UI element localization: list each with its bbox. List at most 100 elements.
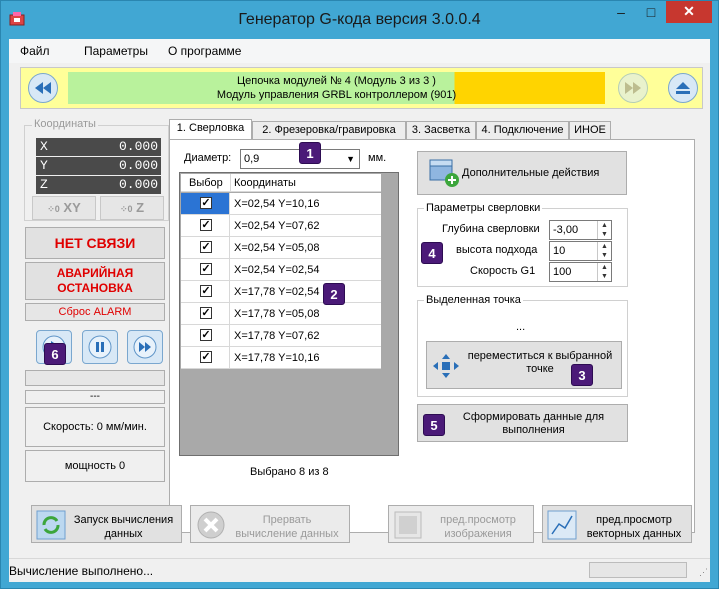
coordinates-group: Координаты X 0.000 Y 0.000 Z 0.000 ⁘0 XY… bbox=[24, 118, 169, 221]
main-window: Генератор G-кода версия 3.0.0.4 – □ ✕ Фа… bbox=[0, 0, 719, 589]
checkbox[interactable]: ✓ bbox=[200, 351, 212, 363]
tab-drilling[interactable]: 1. Сверловка bbox=[169, 119, 252, 140]
pause-button[interactable] bbox=[82, 330, 118, 364]
coordinates-label: Координаты bbox=[32, 118, 98, 130]
row-selector[interactable]: ✓ bbox=[181, 215, 230, 236]
table-row[interactable]: ✓ X=17,78 Y=02,54 bbox=[181, 281, 381, 303]
checkbox[interactable]: ✓ bbox=[200, 329, 212, 341]
row-selector[interactable]: ✓ bbox=[181, 303, 230, 324]
approach-spinner[interactable]: ▲ ▼ bbox=[597, 242, 611, 260]
drill-params-label: Параметры сверловки bbox=[424, 202, 543, 214]
chain-line-1: Цепочка модулей № 4 (Модуль 3 из 3 ) bbox=[237, 75, 436, 87]
generate-data-button[interactable]: Сформировать данные для выполнения bbox=[417, 404, 628, 442]
table-row[interactable]: ✓ X=17,78 Y=07,62 bbox=[181, 325, 381, 347]
tab-exposure[interactable]: 3. Засветка bbox=[406, 121, 476, 140]
coord-y-axis: Y bbox=[40, 158, 48, 173]
menu-about[interactable]: О программе bbox=[168, 44, 241, 58]
checkbox[interactable]: ✓ bbox=[200, 197, 212, 209]
row-coords: X=02,54 Y=10,16 bbox=[234, 198, 320, 210]
row-selector[interactable]: ✓ bbox=[181, 347, 230, 368]
fast-forward-button[interactable] bbox=[127, 330, 163, 364]
box-add-icon bbox=[428, 158, 460, 206]
abort-calc-button[interactable]: Прервать вычисление данных bbox=[190, 505, 350, 543]
power-display: мощность 0 bbox=[25, 450, 165, 482]
coord-z-axis: Z bbox=[40, 177, 48, 192]
extra-actions-button[interactable]: Дополнительные действия bbox=[417, 151, 627, 195]
row-coords: X=02,54 Y=05,08 bbox=[234, 242, 320, 254]
start-calc-button[interactable]: Запуск вычисления данных bbox=[31, 505, 182, 543]
zero-xy-button[interactable]: ⁘0 XY bbox=[32, 196, 96, 220]
checkbox[interactable]: ✓ bbox=[200, 219, 212, 231]
vector-icon bbox=[547, 510, 577, 544]
resize-grip-icon[interactable]: ⋰ bbox=[699, 567, 708, 578]
zero-xy-label: XY bbox=[63, 200, 81, 215]
badge-6: 6 bbox=[44, 343, 66, 365]
double-arrow-icon bbox=[133, 335, 157, 359]
minimize-button[interactable]: – bbox=[606, 1, 636, 23]
checkbox[interactable]: ✓ bbox=[200, 307, 212, 319]
speed-spinner[interactable]: ▲ ▼ bbox=[597, 263, 611, 281]
row-coords: X=02,54 Y=02,54 bbox=[234, 264, 320, 276]
extra-actions-label: Дополнительные действия bbox=[462, 167, 600, 179]
table-row[interactable]: ✓ X=17,78 Y=10,16 bbox=[181, 347, 381, 369]
points-table: Выбор Координаты ✓ X=02,54 Y=10,16 ✓ X=02,… bbox=[179, 172, 399, 456]
drill-params-group: Параметры сверловки Глубина сверловки -3… bbox=[417, 202, 628, 287]
module-chain-indicator: Цепочка модулей № 4 (Модуль 3 из 3 ) Мод… bbox=[68, 72, 605, 104]
preview-vector-button[interactable]: пред.просмотр векторных данных bbox=[542, 505, 692, 543]
diameter-label: Диаметр: bbox=[184, 152, 232, 164]
checkbox[interactable]: ✓ bbox=[200, 263, 212, 275]
tab-other[interactable]: ИНОЕ bbox=[569, 121, 611, 140]
connection-status: НЕТ СВЯЗИ bbox=[25, 227, 165, 259]
prev-module-button[interactable] bbox=[28, 73, 58, 103]
header-divider bbox=[230, 174, 231, 192]
drilling-tab-page: Диаметр: 0,9 ▼ мм. 1 Выбор Координаты ✓ X… bbox=[169, 139, 695, 533]
module-chain-bar: Цепочка модулей № 4 (Модуль 3 из 3 ) Мод… bbox=[20, 67, 703, 109]
badge-4: 4 bbox=[421, 242, 443, 264]
pause-icon bbox=[88, 335, 112, 359]
eject-button[interactable] bbox=[668, 73, 698, 103]
zero-xy-icon: ⁘0 bbox=[47, 204, 60, 214]
start-calc-label: Запуск вычисления данных bbox=[73, 514, 174, 540]
progress-bar bbox=[25, 370, 165, 386]
menu-parameters[interactable]: Параметры bbox=[84, 44, 148, 58]
next-module-button[interactable] bbox=[618, 73, 648, 103]
selected-point-value: ... bbox=[516, 321, 526, 333]
preview-image-button[interactable]: пред.просмотр изображения bbox=[388, 505, 534, 543]
menu-file[interactable]: Файл bbox=[20, 44, 50, 58]
chevron-down-icon: ▼ bbox=[346, 154, 355, 164]
depth-spinner[interactable]: ▲ ▼ bbox=[597, 221, 611, 239]
table-header: Выбор Координаты bbox=[181, 174, 381, 192]
status-bar: Вычисление выполнено... ⋰ bbox=[9, 558, 710, 582]
abort-calc-label: Прервать вычисление данных bbox=[235, 514, 339, 540]
emergency-stop-button[interactable]: АВАРИЙНАЯ ОСТАНОВКА bbox=[25, 262, 165, 300]
row-selector[interactable]: ✓ bbox=[181, 259, 230, 280]
status-line: --- bbox=[25, 390, 165, 404]
row-coords: X=02,54 Y=07,62 bbox=[234, 220, 320, 232]
selected-point-group: Выделенная точка ... переместиться к выб… bbox=[417, 294, 628, 397]
row-selector[interactable]: ✓ bbox=[181, 281, 230, 302]
table-row[interactable]: ✓ X=02,54 Y=10,16 bbox=[181, 193, 381, 215]
depth-input[interactable]: -3,00 ▲ ▼ bbox=[549, 220, 612, 240]
badge-1: 1 bbox=[299, 142, 321, 164]
row-selector[interactable]: ✓ bbox=[181, 193, 230, 214]
zero-z-button[interactable]: ⁘0 Z bbox=[100, 196, 164, 220]
tab-connection[interactable]: 4. Подключение bbox=[476, 121, 569, 140]
row-selector[interactable]: ✓ bbox=[181, 325, 230, 346]
table-row[interactable]: ✓ X=02,54 Y=02,54 bbox=[181, 259, 381, 281]
tab-milling[interactable]: 2. Фрезеровка/гравировка bbox=[252, 121, 406, 140]
table-row[interactable]: ✓ X=02,54 Y=05,08 bbox=[181, 237, 381, 259]
coord-x-value: 0.000 bbox=[118, 139, 158, 154]
table-row[interactable]: ✓ X=02,54 Y=07,62 bbox=[181, 215, 381, 237]
selected-summary: Выбрано 8 из 8 bbox=[250, 466, 329, 478]
speed-input[interactable]: 100 ▲ ▼ bbox=[549, 262, 612, 282]
generate-data-label: Сформировать данные для выполнения bbox=[462, 411, 605, 436]
approach-input[interactable]: 10 ▲ ▼ bbox=[549, 241, 612, 261]
checkbox[interactable]: ✓ bbox=[200, 285, 212, 297]
maximize-button[interactable]: □ bbox=[636, 1, 666, 23]
checkbox[interactable]: ✓ bbox=[200, 241, 212, 253]
close-button[interactable]: ✕ bbox=[666, 1, 712, 23]
reset-alarm-button[interactable]: Сброс ALARM bbox=[25, 303, 165, 321]
preview-image-label: пред.просмотр изображения bbox=[440, 514, 516, 540]
row-selector[interactable]: ✓ bbox=[181, 237, 230, 258]
table-row[interactable]: ✓ X=17,78 Y=05,08 bbox=[181, 303, 381, 325]
